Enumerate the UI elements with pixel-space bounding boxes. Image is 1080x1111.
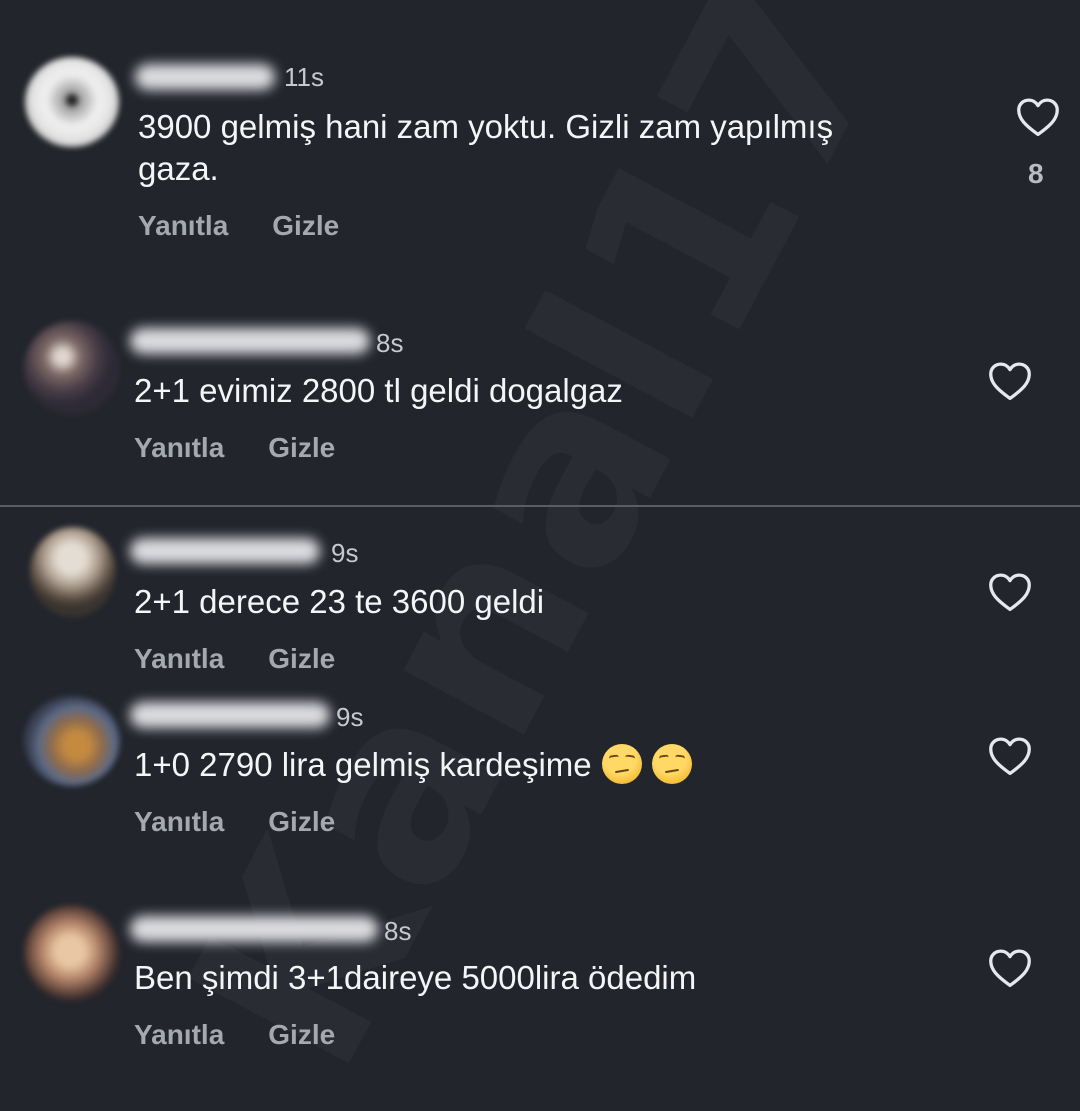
reply-button[interactable]: Yanıtla [134, 432, 224, 464]
reply-button[interactable]: Yanıtla [138, 210, 228, 242]
username-blurred[interactable] [130, 916, 378, 942]
heart-icon[interactable] [1016, 96, 1060, 138]
reply-button[interactable]: Yanıtla [134, 806, 224, 838]
heart-outline-icon [989, 949, 1031, 988]
heart-icon[interactable] [988, 571, 1032, 613]
avatar[interactable] [30, 527, 116, 617]
comment-text-line2: gaza. [138, 150, 219, 187]
avatar[interactable] [25, 57, 119, 147]
username-blurred[interactable] [130, 702, 330, 728]
username-blurred[interactable] [135, 64, 275, 90]
heart-icon[interactable] [988, 947, 1032, 989]
comment-time: 8s [384, 916, 412, 946]
heart-outline-icon [989, 737, 1031, 776]
avatar[interactable] [24, 905, 120, 1001]
heart-outline-icon [989, 573, 1031, 612]
unamused-face-icon [651, 744, 692, 785]
divider [0, 505, 1080, 507]
comment-actions: Yanıtla Gizle [134, 806, 335, 838]
comment-time: 8s [376, 328, 404, 358]
heart-icon[interactable] [988, 735, 1032, 777]
comment-time: 9s [331, 538, 359, 568]
like-count: 8 [1028, 158, 1044, 189]
reply-button[interactable]: Yanıtla [134, 643, 224, 675]
heart-outline-icon [989, 362, 1031, 401]
heart-icon[interactable] [988, 360, 1032, 402]
unamused-face-icon [601, 744, 642, 785]
username-blurred[interactable] [130, 538, 320, 564]
comment-actions: Yanıtla Gizle [138, 210, 339, 242]
comment-time: 11s [284, 62, 324, 92]
hide-button[interactable]: Gizle [268, 1019, 335, 1051]
avatar[interactable] [24, 321, 120, 415]
comment-actions: Yanıtla Gizle [134, 1019, 335, 1051]
heart-outline-icon [1017, 98, 1059, 137]
hide-button[interactable]: Gizle [272, 210, 339, 242]
comment-time: 9s [336, 702, 364, 732]
comment-text: 1+0 2790 lira gelmiş kardeşime [134, 744, 692, 787]
comment-text: 2+1 derece 23 te 3600 geldi [134, 583, 545, 620]
reply-button[interactable]: Yanıtla [134, 1019, 224, 1051]
hide-button[interactable]: Gizle [268, 806, 335, 838]
comment-text-body: 1+0 2790 lira gelmiş kardeşime [134, 746, 592, 783]
comments-page: Kanal17 11s 3900 gelmiş hani zam yoktu. … [0, 0, 1080, 1080]
comment-text: Ben şimdi 3+1daireye 5000lira ödedim [134, 959, 697, 996]
comment-actions: Yanıtla Gizle [134, 432, 335, 464]
hide-button[interactable]: Gizle [268, 643, 335, 675]
comment-actions: Yanıtla Gizle [134, 643, 335, 675]
comment-text-line1: 3900 gelmiş hani zam yoktu. Gizli zam ya… [138, 108, 834, 145]
comment-text: 2+1 evimiz 2800 tl geldi dogalgaz [134, 372, 623, 409]
avatar[interactable] [24, 696, 120, 786]
hide-button[interactable]: Gizle [268, 432, 335, 464]
username-blurred[interactable] [130, 328, 370, 354]
